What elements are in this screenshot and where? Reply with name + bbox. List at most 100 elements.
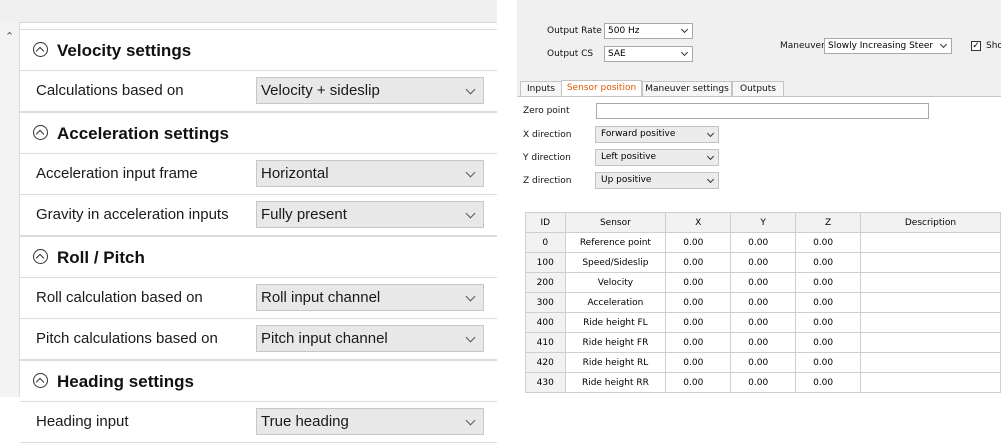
column-header-sensor[interactable]: Sensor <box>564 212 667 233</box>
cell-sensor: Velocity <box>564 272 667 293</box>
roll-calculation-dropdown[interactable]: Roll input channel <box>256 284 484 311</box>
cell-description[interactable] <box>859 232 1001 253</box>
calculations-based-on-dropdown[interactable]: Velocity + sideslip <box>256 77 484 104</box>
chevron-down-icon <box>465 208 476 219</box>
cell-x[interactable]: 0.00 <box>665 352 732 373</box>
cell-z[interactable]: 0.00 <box>795 252 861 273</box>
cell-id: 400 <box>525 312 566 333</box>
column-header-z[interactable]: Z <box>795 212 861 233</box>
setting-label: Pitch calculations based on <box>36 330 218 347</box>
cell-y[interactable]: 0.00 <box>730 272 797 293</box>
section-header-roll-pitch[interactable]: Roll / Pitch <box>20 236 497 278</box>
cell-id: 430 <box>525 372 566 393</box>
pitch-calculations-dropdown[interactable]: Pitch input channel <box>256 325 484 352</box>
section-title: Acceleration settings <box>57 124 229 143</box>
cell-y[interactable]: 0.00 <box>730 332 797 353</box>
cell-z[interactable]: 0.00 <box>795 352 861 373</box>
vertical-scrollbar[interactable]: ⌃ <box>0 22 20 397</box>
maneuver-dropdown[interactable]: Slowly Increasing Steer <box>824 38 952 54</box>
dropdown-value: Forward positive <box>601 129 676 139</box>
collapse-chevron-icon[interactable] <box>33 249 48 265</box>
scroll-up-icon[interactable]: ⌃ <box>0 30 19 43</box>
cell-y[interactable]: 0.00 <box>730 372 797 393</box>
show-checkbox[interactable]: ✓ <box>971 41 981 51</box>
setting-row-acceleration-input-frame: Acceleration input frame Horizontal <box>20 154 497 195</box>
collapse-chevron-icon[interactable] <box>33 373 48 389</box>
setting-label: Roll calculation based on <box>36 289 203 306</box>
table-row[interactable]: 0 Reference point 0.00 0.00 0.00 <box>525 232 1001 253</box>
section-header-velocity[interactable]: Velocity settings <box>20 29 497 71</box>
table-row[interactable]: 410 Ride height FR 0.00 0.00 0.00 <box>525 332 1001 353</box>
chevron-down-icon <box>706 129 715 138</box>
output-rate-dropdown[interactable]: 500 Hz <box>604 23 693 39</box>
cell-x[interactable]: 0.00 <box>665 252 732 273</box>
table-row[interactable]: 100 Speed/Sideslip 0.00 0.00 0.00 <box>525 252 1001 273</box>
cell-description[interactable] <box>859 372 1001 393</box>
cell-z[interactable]: 0.00 <box>795 232 861 253</box>
table-header-row: ID Sensor X Y Z Description <box>525 212 1001 233</box>
cell-z[interactable]: 0.00 <box>795 332 861 353</box>
z-direction-label: Z direction <box>523 176 572 186</box>
chevron-down-icon <box>680 48 689 57</box>
cell-description[interactable] <box>859 272 1001 293</box>
sensor-config-window: Output Rate 500 Hz Output CS SAE Maneuve… <box>517 0 1001 397</box>
cell-x[interactable]: 0.00 <box>665 292 732 313</box>
cell-id: 420 <box>525 352 566 373</box>
section-header-heading[interactable]: Heading settings <box>20 360 497 402</box>
cell-y[interactable]: 0.00 <box>730 232 797 253</box>
cell-z[interactable]: 0.00 <box>795 292 861 313</box>
output-cs-dropdown[interactable]: SAE <box>604 46 693 62</box>
column-header-y[interactable]: Y <box>730 212 797 233</box>
settings-content: Velocity settings Calculations based on … <box>20 29 497 443</box>
cell-x[interactable]: 0.00 <box>665 312 732 333</box>
cell-y[interactable]: 0.00 <box>730 252 797 273</box>
column-header-id[interactable]: ID <box>525 212 566 233</box>
table-row[interactable]: 300 Acceleration 0.00 0.00 0.00 <box>525 292 1001 313</box>
x-direction-dropdown[interactable]: Forward positive <box>595 126 719 143</box>
z-direction-dropdown[interactable]: Up positive <box>595 172 719 189</box>
cell-x[interactable]: 0.00 <box>665 372 732 393</box>
collapse-chevron-icon[interactable] <box>33 125 48 141</box>
cell-x[interactable]: 0.00 <box>665 332 732 353</box>
heading-input-dropdown[interactable]: True heading <box>256 408 484 435</box>
cell-z[interactable]: 0.00 <box>795 372 861 393</box>
cell-description[interactable] <box>859 292 1001 313</box>
y-direction-label: Y direction <box>523 153 571 163</box>
tab-inputs[interactable]: Inputs <box>520 81 562 97</box>
chevron-down-icon <box>465 167 476 178</box>
cell-x[interactable]: 0.00 <box>665 272 732 293</box>
cell-id: 200 <box>525 272 566 293</box>
chevron-down-icon <box>465 415 476 426</box>
section-header-acceleration[interactable]: Acceleration settings <box>20 112 497 154</box>
chevron-down-icon <box>465 291 476 302</box>
column-header-x[interactable]: X <box>665 212 732 233</box>
cell-y[interactable]: 0.00 <box>730 352 797 373</box>
cell-y[interactable]: 0.00 <box>730 292 797 313</box>
tab-outputs[interactable]: Outputs <box>732 81 784 97</box>
column-header-description[interactable]: Description <box>859 212 1001 233</box>
table-row[interactable]: 400 Ride height FL 0.00 0.00 0.00 <box>525 312 1001 333</box>
cell-description[interactable] <box>859 312 1001 333</box>
cell-sensor: Reference point <box>564 232 667 253</box>
setting-row-roll-calculation: Roll calculation based on Roll input cha… <box>20 278 497 319</box>
table-row[interactable]: 420 Ride height RL 0.00 0.00 0.00 <box>525 352 1001 373</box>
table-row[interactable]: 430 Ride height RR 0.00 0.00 0.00 <box>525 372 1001 393</box>
cell-z[interactable]: 0.00 <box>795 272 861 293</box>
cell-sensor: Ride height RR <box>564 372 667 393</box>
dropdown-value: True heading <box>261 413 349 430</box>
table-row[interactable]: 200 Velocity 0.00 0.00 0.00 <box>525 272 1001 293</box>
chevron-down-icon <box>706 152 715 161</box>
cell-id: 100 <box>525 252 566 273</box>
cell-description[interactable] <box>859 332 1001 353</box>
cell-x[interactable]: 0.00 <box>665 232 732 253</box>
gravity-dropdown[interactable]: Fully present <box>256 201 484 228</box>
cell-y[interactable]: 0.00 <box>730 312 797 333</box>
tab-maneuver-settings[interactable]: Maneuver settings <box>642 81 732 97</box>
cell-description[interactable] <box>859 252 1001 273</box>
cell-description[interactable] <box>859 352 1001 373</box>
y-direction-dropdown[interactable]: Left positive <box>595 149 719 166</box>
acceleration-input-frame-dropdown[interactable]: Horizontal <box>256 160 484 187</box>
collapse-chevron-icon[interactable] <box>33 42 48 58</box>
zero-point-input[interactable] <box>596 103 929 119</box>
cell-z[interactable]: 0.00 <box>795 312 861 333</box>
